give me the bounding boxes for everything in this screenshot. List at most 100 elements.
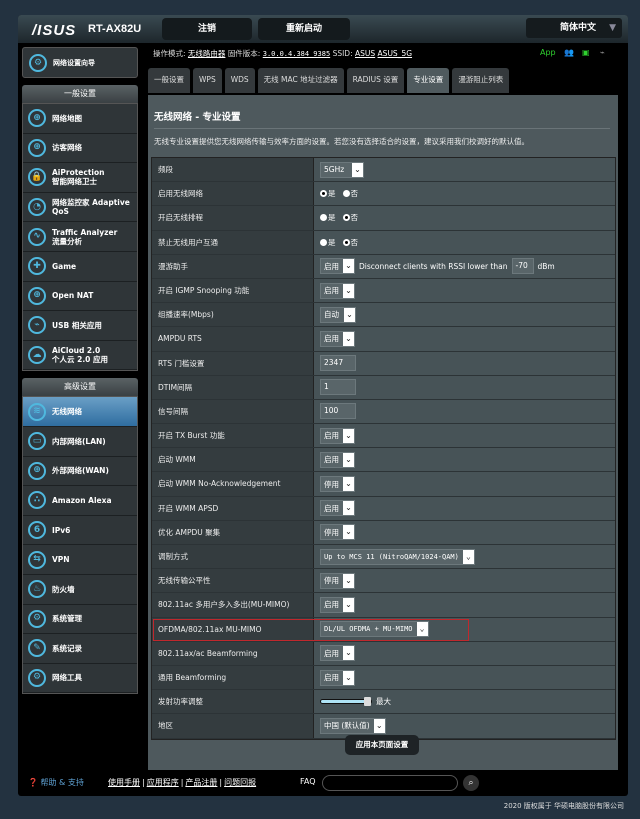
alexa-icon: ∴	[28, 491, 46, 510]
dropdown[interactable]: 5GHz ⌄	[320, 161, 364, 178]
setting-row: 频段 5GHz ⌄	[152, 158, 615, 183]
sidebar-item-advanced-6[interactable]: ♨ 防火墙	[23, 575, 137, 605]
radio-yes[interactable]: 是	[320, 188, 336, 199]
dropdown[interactable]: 启用 ⌄	[320, 427, 355, 444]
radio-yes[interactable]: 是	[320, 237, 336, 248]
apply-button[interactable]: 应用本页面设置	[345, 735, 419, 755]
tab-4[interactable]: RADIUS 设置	[346, 68, 405, 93]
text-input[interactable]: 100	[320, 403, 356, 420]
app-link[interactable]: App	[540, 48, 556, 57]
setting-label: RTS 门槛设置	[152, 351, 314, 375]
radio-button[interactable]	[342, 214, 350, 222]
radio-button[interactable]	[320, 238, 327, 246]
dropdown[interactable]: 启用 ⌄	[320, 282, 355, 299]
firmware-link[interactable]: 3.0.0.4.384_9385	[263, 50, 330, 58]
reboot-button[interactable]: 重新启动	[258, 18, 350, 40]
sidebar-item-advanced-8[interactable]: ✎ 系统记录	[23, 634, 137, 664]
help-support-link[interactable]: ❓ 帮助 & 支持	[28, 777, 84, 788]
sidebar-item-general-8[interactable]: ☁ AiCloud 2.0 个人云 2.0 应用	[23, 341, 137, 371]
radio-button[interactable]	[320, 190, 327, 198]
radio-no[interactable]: 否	[342, 188, 358, 199]
text-input[interactable]: 1	[320, 379, 356, 396]
footer-link[interactable]: 问题回报	[224, 778, 256, 787]
slider-handle[interactable]	[364, 697, 371, 707]
setting-label: 802.11ac 多用户多入多出(MU-MIMO)	[152, 593, 314, 617]
rssi-input[interactable]: -70	[511, 258, 534, 275]
sidebar-item-advanced-5[interactable]: ⇆ VPN	[23, 545, 137, 575]
sidebar-item-general-2[interactable]: 🔒 AiProtection 智能网络卫士	[23, 163, 137, 193]
sidebar-item-label: VPN	[52, 555, 70, 565]
sidebar-item-label: 网络地图	[52, 113, 82, 123]
setting-label: 802.11ax/ac Beamforming	[152, 641, 314, 665]
footer-link[interactable]: 产品注册	[185, 778, 217, 787]
dropdown[interactable]: 中国 (默认值) ⌄	[320, 717, 386, 734]
ssid-link-5g[interactable]: ASUS_5G	[378, 49, 412, 58]
sidebar-item-general-5[interactable]: ✚ Game	[23, 252, 137, 282]
footer-link[interactable]: 应用程序	[147, 778, 179, 787]
dropdown[interactable]: Up to MCS 11 (NitroQAM/1024-QAM) ⌄	[320, 548, 475, 565]
radio-button[interactable]	[342, 238, 350, 246]
dropdown[interactable]: 启用 ⌄	[320, 500, 355, 517]
sidebar-item-general-7[interactable]: ⌁ USB 相关应用	[23, 311, 137, 341]
dropdown[interactable]: 启用 ⌄	[320, 330, 355, 347]
dropdown[interactable]: 停用 ⌄	[320, 476, 355, 493]
sidebar-item-general-1[interactable]: ⊕ 访客网络	[23, 134, 137, 164]
language-select[interactable]: 简体中文 ▼	[526, 18, 622, 38]
sidebar-item-advanced-3[interactable]: ∴ Amazon Alexa	[23, 486, 137, 516]
sidebar-item-advanced-1[interactable]: ▭ 内部网络(LAN)	[23, 427, 137, 457]
dropdown[interactable]: 启用 ⌄	[320, 451, 355, 468]
firewall-icon: ♨	[28, 580, 46, 599]
sidebar-item-advanced-7[interactable]: ⚙ 系统管理	[23, 605, 137, 635]
tab-5[interactable]: 专业设置	[407, 68, 450, 93]
dropdown[interactable]: 停用 ⌄	[320, 572, 355, 589]
setting-label: 通用 Beamforming	[152, 665, 314, 690]
dropdown-value: 自动	[324, 310, 339, 320]
faq-search-input[interactable]	[322, 775, 458, 791]
sidebar-item-general-4[interactable]: ∿ Traffic Analyzer 流量分析	[23, 222, 137, 252]
sidebar-item-advanced-4[interactable]: 6 IPv6	[23, 516, 137, 546]
sidebar-item-label: 网络监控家 Adaptive QoS	[52, 198, 130, 217]
sidebar-item-general-0[interactable]: ⊕ 网络地图	[23, 104, 137, 134]
sidebar-item-label: Traffic Analyzer 流量分析	[52, 227, 118, 246]
dropdown[interactable]: 启用 ⌄	[320, 645, 355, 662]
tx-power-slider[interactable]	[320, 697, 372, 707]
usb-status-icon[interactable]: ⌁	[600, 48, 605, 57]
ssid-link-24[interactable]: ASUS	[355, 49, 375, 58]
sidebar-item-advanced-9[interactable]: ⚙ 网络工具	[23, 664, 137, 694]
sidebar-item-qis[interactable]: ⚙ 网络设置向导	[22, 47, 138, 78]
footer-link[interactable]: 使用手册	[108, 778, 140, 787]
sidebar-item-general-3[interactable]: ◔ 网络监控家 Adaptive QoS	[23, 193, 137, 223]
setting-row: 无线传输公平性 停用 ⌄	[152, 569, 615, 594]
radio-no[interactable]: 否	[342, 212, 358, 223]
sidebar-item-general-6[interactable]: ⊕ Open NAT	[23, 282, 137, 312]
sidebar-item-advanced-2[interactable]: ⊕ 外部网络(WAN)	[23, 457, 137, 487]
dropdown[interactable]: 自动 ⌄	[320, 306, 356, 323]
dropdown[interactable]: 启用 ⌄	[320, 596, 355, 613]
settings-table: 频段 5GHz ⌄ 启用无线网络是否开启无线排程是否禁止无线用户互通是否漫游助手 启用 ⌄…	[151, 157, 616, 740]
search-icon[interactable]: ⌕	[463, 775, 479, 791]
dropdown[interactable]: 启用 ⌄	[320, 669, 355, 686]
tab-1[interactable]: WPS	[193, 68, 222, 93]
sidebar-item-label: USB 相关应用	[52, 320, 102, 330]
sidebar-item-advanced-0[interactable]: ≋ 无线网络	[23, 397, 137, 427]
radio-no[interactable]: 否	[342, 237, 358, 248]
radio-yes[interactable]: 是	[320, 212, 336, 223]
guest-network-icon: ⊕	[28, 138, 46, 157]
tab-2[interactable]: WDS	[224, 68, 255, 93]
tab-6[interactable]: 漫游阻止列表	[452, 68, 510, 93]
tab-3[interactable]: 无线 MAC 地址过滤器	[257, 68, 344, 93]
network-status-icon[interactable]: ▣	[582, 48, 590, 57]
dropdown[interactable]: DL/UL OFDMA + MU-MIMO ⌄	[320, 621, 429, 638]
logout-button[interactable]: 注销	[162, 18, 252, 40]
radio-button[interactable]	[342, 190, 350, 198]
status-bar: 操作模式: 无线路由器 固件版本: 3.0.0.4.384_9385 SSID:…	[153, 48, 412, 59]
mode-link[interactable]: 无线路由器	[188, 49, 226, 58]
clients-icon[interactable]: 👥	[564, 48, 574, 57]
text-input[interactable]: 2347	[320, 355, 356, 372]
setting-row: 信号间隔 100	[152, 399, 615, 425]
tab-0[interactable]: 一般设置	[148, 68, 190, 93]
dropdown-value: 停用	[324, 527, 339, 537]
dropdown[interactable]: 启用 ⌄	[320, 258, 355, 275]
dropdown[interactable]: 停用 ⌄	[320, 524, 355, 541]
radio-button[interactable]	[320, 214, 327, 222]
